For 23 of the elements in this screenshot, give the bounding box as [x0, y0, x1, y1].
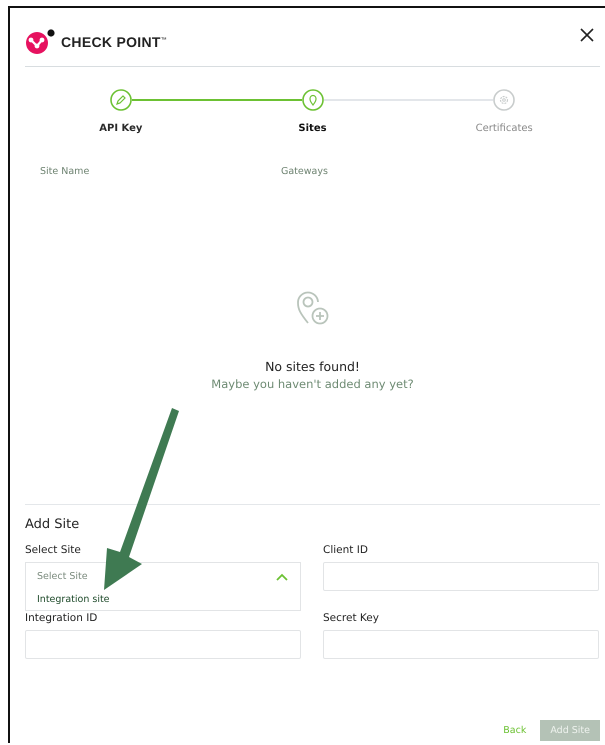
select-site-dropdown[interactable]: Select Site — [25, 562, 301, 591]
select-placeholder: Select Site — [37, 571, 88, 582]
column-header: Site Name — [40, 166, 90, 177]
logo-icon — [25, 29, 55, 55]
logo-text: CHECK POINT$^{™}$ — [61, 34, 168, 50]
step-label: Sites — [298, 123, 327, 134]
field-label: Select Site — [25, 544, 82, 556]
integration-id-field[interactable] — [25, 630, 301, 659]
field-label: Secret Key — [323, 612, 380, 624]
client-id-field[interactable] — [323, 562, 599, 591]
close-icon[interactable] — [580, 28, 594, 42]
chevron-icon — [276, 572, 288, 580]
form-title: Add Site — [25, 517, 80, 532]
field-label: Client ID — [323, 544, 369, 556]
step-label: API Key — [99, 123, 142, 134]
empty-title: No sites found! — [265, 359, 360, 374]
column-header: Gateways — [281, 166, 329, 177]
field-label: Integration ID — [25, 612, 98, 624]
empty-message: Maybe you haven't added any yet? — [211, 377, 414, 391]
step-label: Certificates — [476, 123, 533, 134]
dropdown-option[interactable]: Integration site — [37, 594, 289, 605]
back-button[interactable]: Back — [503, 721, 526, 740]
secret-key-field[interactable] — [323, 630, 599, 659]
